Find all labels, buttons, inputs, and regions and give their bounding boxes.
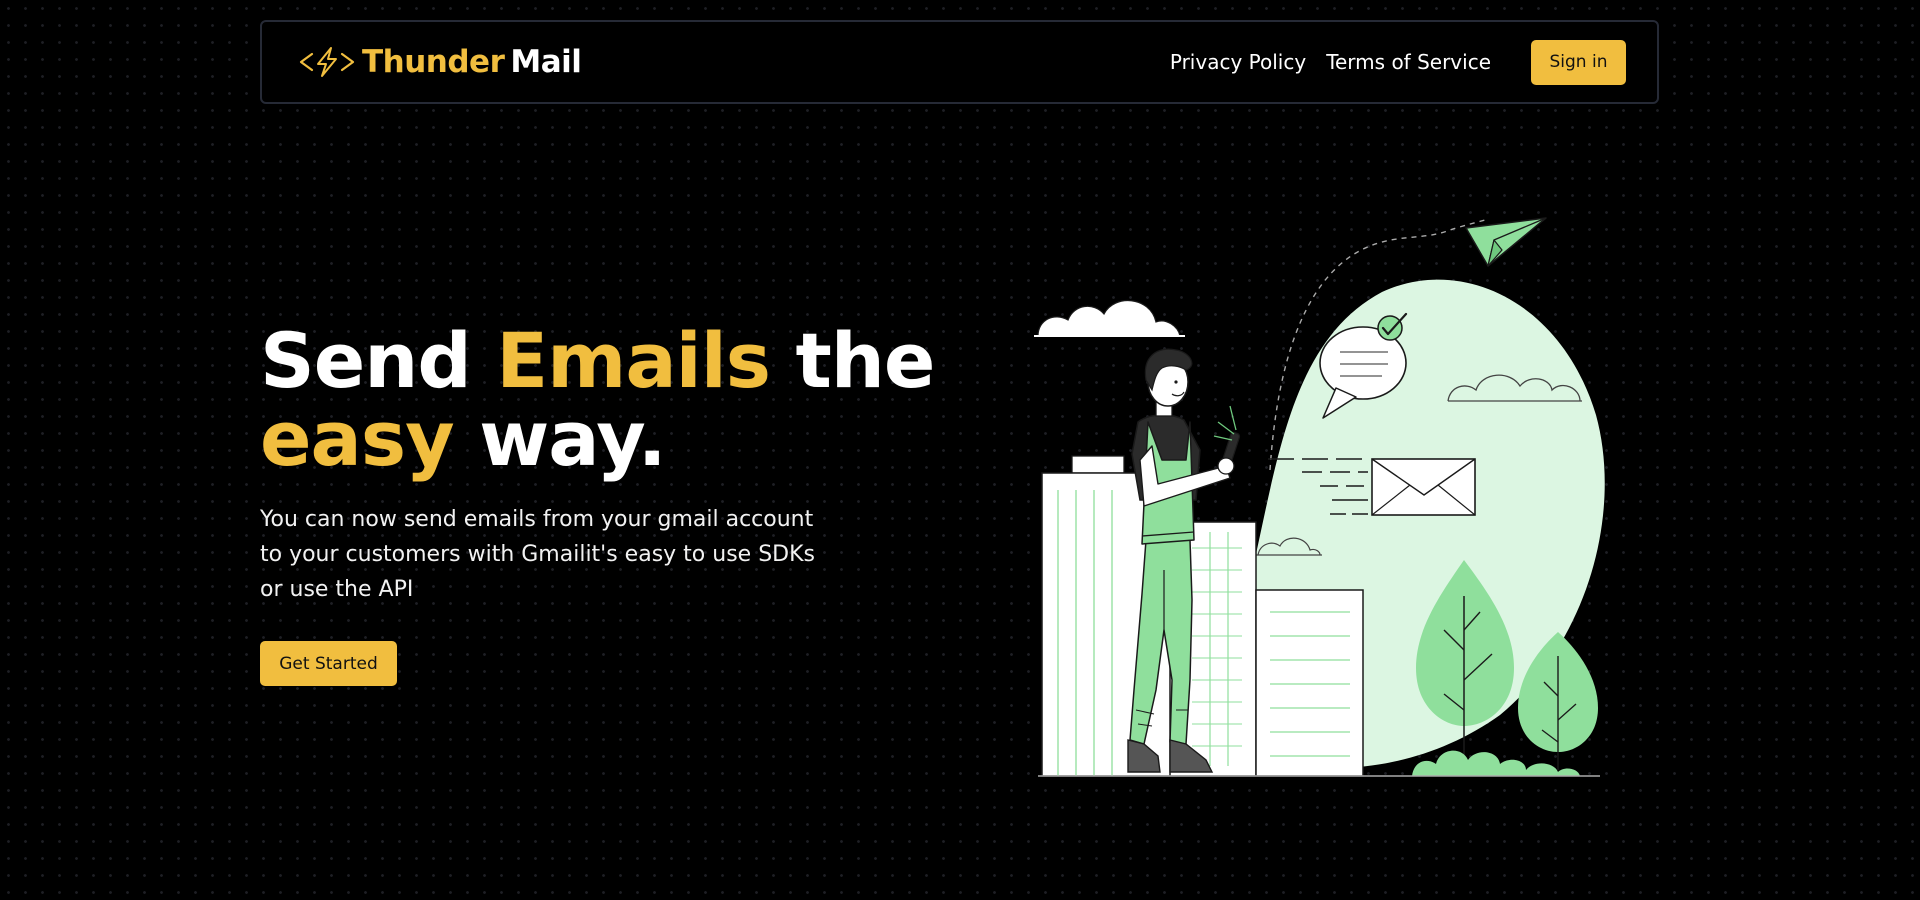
headline-word-easy: easy — [260, 394, 455, 483]
headline-word-send: Send — [260, 316, 472, 405]
cloud-icon — [1034, 300, 1185, 337]
headline-word-the: the — [795, 316, 935, 405]
get-started-button[interactable]: Get Started — [260, 641, 397, 686]
landing-page: Thunder Mail Privacy Policy Terms of Serv… — [0, 0, 1920, 900]
terms-of-service-link[interactable]: Terms of Service — [1326, 50, 1491, 74]
headline-word-emails: Emails — [496, 316, 771, 405]
hero-section: Send Emails the easy way. You can now sen… — [260, 322, 935, 607]
building-right — [1255, 589, 1364, 777]
nav-links: Privacy Policy Terms of Service Sign in — [1170, 39, 1626, 85]
brand-name-thunder: Thunder — [362, 44, 505, 80]
hero-subtitle: You can now send emails from your gmail … — [260, 507, 815, 602]
brand-logo[interactable]: Thunder Mail — [298, 44, 582, 80]
sign-in-button[interactable]: Sign in — [1531, 39, 1626, 85]
brand-name-mail: Mail — [510, 44, 582, 80]
lightning-bolt-code-icon — [299, 47, 355, 77]
navbar: Thunder Mail Privacy Policy Terms of Serv… — [260, 20, 1659, 104]
hero-illustration — [1034, 217, 1605, 777]
bush-icon — [1412, 750, 1580, 776]
hero-headline: Send Emails the easy way. — [260, 322, 935, 478]
paper-plane-icon — [1465, 217, 1547, 267]
privacy-policy-link[interactable]: Privacy Policy — [1170, 50, 1306, 74]
headline-word-way: way. — [479, 394, 667, 483]
brand-name: Thunder Mail — [362, 44, 582, 80]
